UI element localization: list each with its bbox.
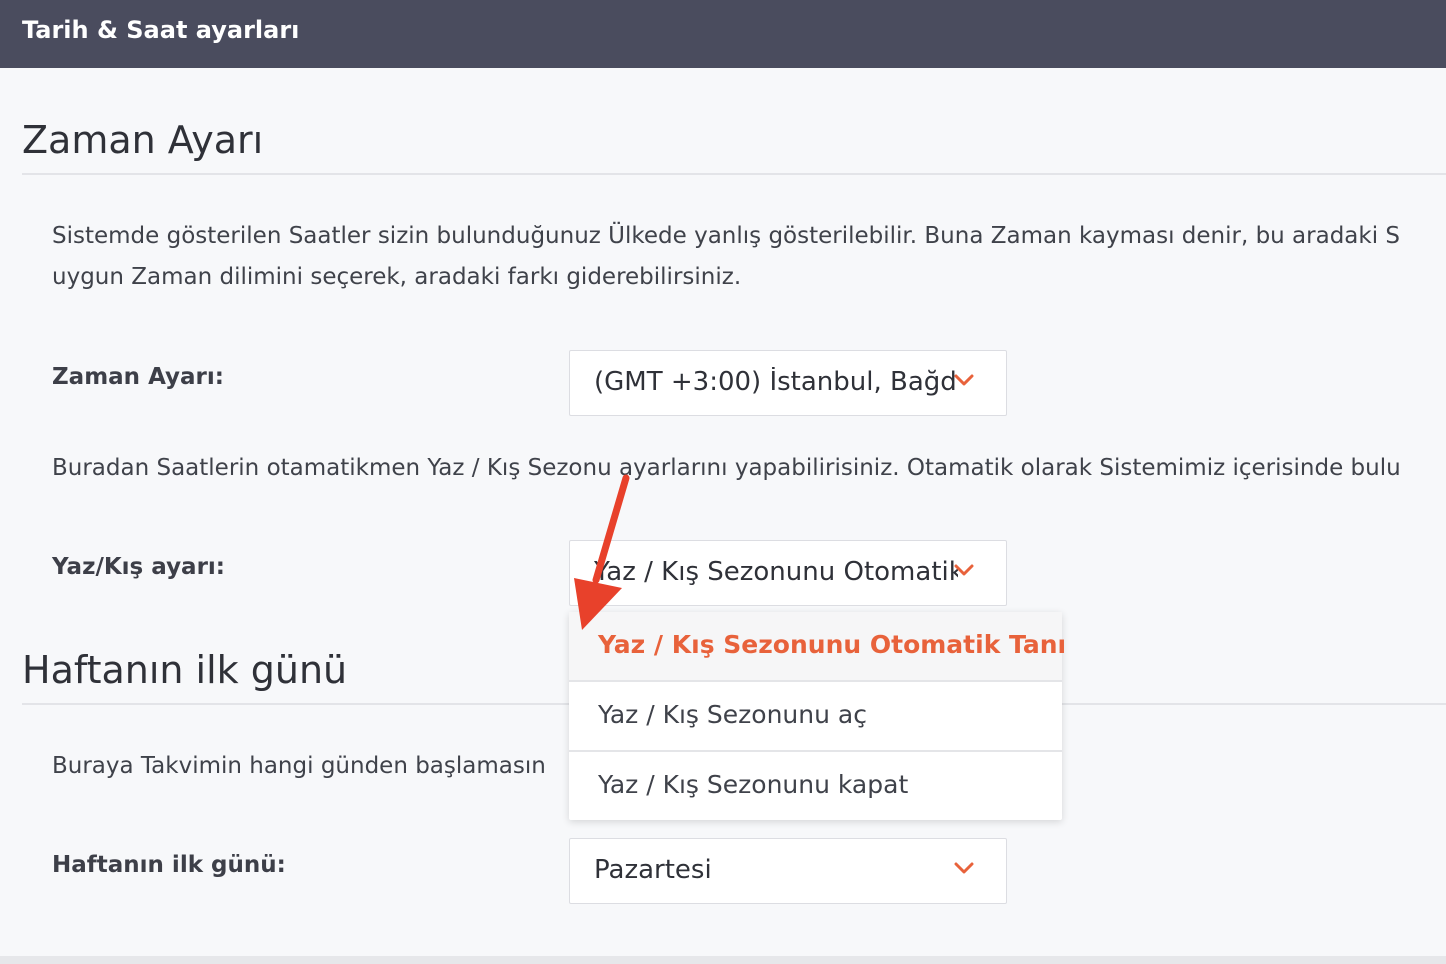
time-description-line1: Sistemde gösterilen Saatler sizin bulund…: [52, 223, 1401, 249]
page-bottom-edge: [0, 956, 1446, 964]
time-description-line2: uygun Zaman dilimini seçerek, aradaki fa…: [52, 264, 742, 290]
timezone-label: Zaman Ayarı:: [52, 364, 224, 390]
week-start-select[interactable]: Pazartesi: [569, 838, 1007, 904]
dst-option-off[interactable]: Yaz / Kış Sezonunu kapat: [569, 752, 1062, 821]
week-description: Buraya Takvimin hangi günden başlamasın: [52, 753, 546, 779]
dst-description: Buradan Saatlerin otamatikmen Yaz / Kış …: [52, 455, 1401, 481]
page-header-title: Tarih & Saat ayarları: [22, 16, 300, 44]
time-section-divider: [22, 173, 1446, 175]
top-bar: Tarih & Saat ayarları: [0, 0, 1446, 68]
dst-option-on[interactable]: Yaz / Kış Sezonunu aç: [569, 682, 1062, 751]
dst-dropdown-menu: Yaz / Kış Sezonunu Otomatik Tanı Yaz / K…: [569, 612, 1066, 821]
chevron-down-icon: [954, 564, 974, 576]
dst-option-label: Yaz / Kış Sezonunu aç: [598, 700, 867, 729]
chevron-down-icon: [954, 374, 974, 386]
dst-label: Yaz/Kış ayarı:: [52, 554, 226, 580]
timezone-select[interactable]: (GMT +3:00) İstanbul, Bağdat: [569, 350, 1007, 416]
week-start-label: Haftanın ilk günü:: [52, 852, 286, 878]
time-section-title: Zaman Ayarı: [22, 118, 264, 162]
dst-option-label: Yaz / Kış Sezonunu kapat: [598, 770, 909, 799]
arrow-annotation-icon: [574, 474, 630, 630]
chevron-down-icon: [954, 862, 974, 874]
week-section-title: Haftanın ilk günü: [22, 648, 348, 692]
week-start-select-value: Pazartesi: [594, 855, 712, 885]
dst-option-auto[interactable]: Yaz / Kış Sezonunu Otomatik Tanı: [569, 612, 1066, 681]
dst-select-value: Yaz / Kış Sezonunu Otomatik Tanı: [594, 557, 958, 587]
timezone-select-value: (GMT +3:00) İstanbul, Bağdat: [594, 367, 958, 397]
dst-option-label: Yaz / Kış Sezonunu Otomatik Tanı: [598, 630, 1067, 659]
